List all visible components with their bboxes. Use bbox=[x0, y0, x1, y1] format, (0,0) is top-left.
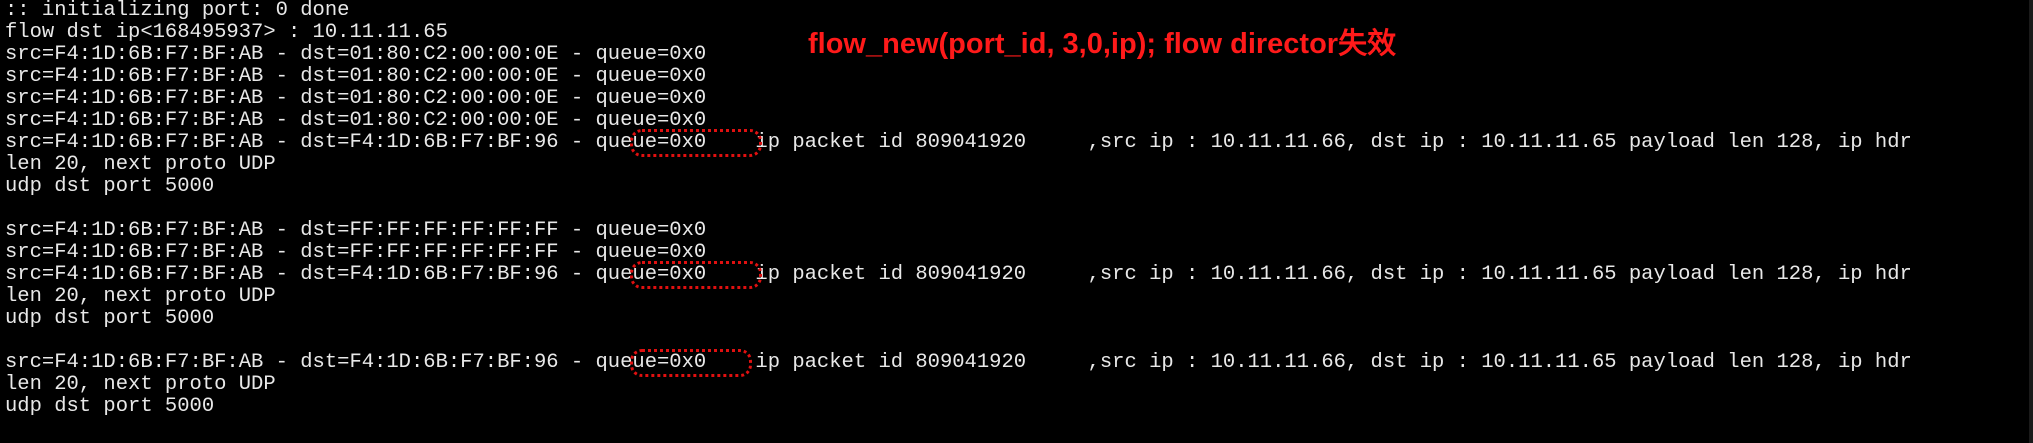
window-edge bbox=[2029, 0, 2033, 443]
terminal-line: src=F4:1D:6B:F7:BF:AB - dst=01:80:C2:00:… bbox=[5, 109, 707, 132]
terminal-line: len 20, next proto UDP bbox=[5, 153, 276, 176]
terminal-line: src=F4:1D:6B:F7:BF:AB - dst=FF:FF:FF:FF:… bbox=[5, 219, 707, 242]
terminal-line: src=F4:1D:6B:F7:BF:AB - dst=01:80:C2:00:… bbox=[5, 87, 707, 110]
terminal-line: udp dst port 5000 bbox=[5, 175, 215, 198]
terminal-line: udp dst port 5000 bbox=[5, 307, 215, 330]
terminal-line: len 20, next proto UDP bbox=[5, 373, 276, 396]
terminal-line: src=F4:1D:6B:F7:BF:AB - dst=FF:FF:FF:FF:… bbox=[5, 241, 707, 264]
terminal-line: src=F4:1D:6B:F7:BF:AB - dst=F4:1D:6B:F7:… bbox=[5, 351, 1912, 374]
queue-highlight-box bbox=[630, 261, 762, 289]
terminal-line: udp dst port 5000 bbox=[5, 395, 215, 418]
terminal-line: flow dst ip<168495937> : 10.11.11.65 bbox=[5, 21, 448, 44]
terminal-line: src=F4:1D:6B:F7:BF:AB - dst=01:80:C2:00:… bbox=[5, 65, 707, 88]
terminal-window[interactable]: :: initializing port: 0 done flow dst ip… bbox=[0, 0, 2033, 443]
terminal-line: :: initializing port: 0 done bbox=[5, 0, 350, 22]
terminal-line: src=F4:1D:6B:F7:BF:AB - dst=F4:1D:6B:F7:… bbox=[5, 131, 1912, 154]
queue-highlight-box bbox=[630, 349, 752, 377]
annotation-text: flow_new(port_id, 3,0,ip); flow director… bbox=[808, 28, 1397, 60]
terminal-line: src=F4:1D:6B:F7:BF:AB - dst=01:80:C2:00:… bbox=[5, 43, 707, 66]
terminal-line: len 20, next proto UDP bbox=[5, 285, 276, 308]
queue-highlight-box bbox=[630, 129, 762, 157]
terminal-line: src=F4:1D:6B:F7:BF:AB - dst=F4:1D:6B:F7:… bbox=[5, 263, 1912, 286]
